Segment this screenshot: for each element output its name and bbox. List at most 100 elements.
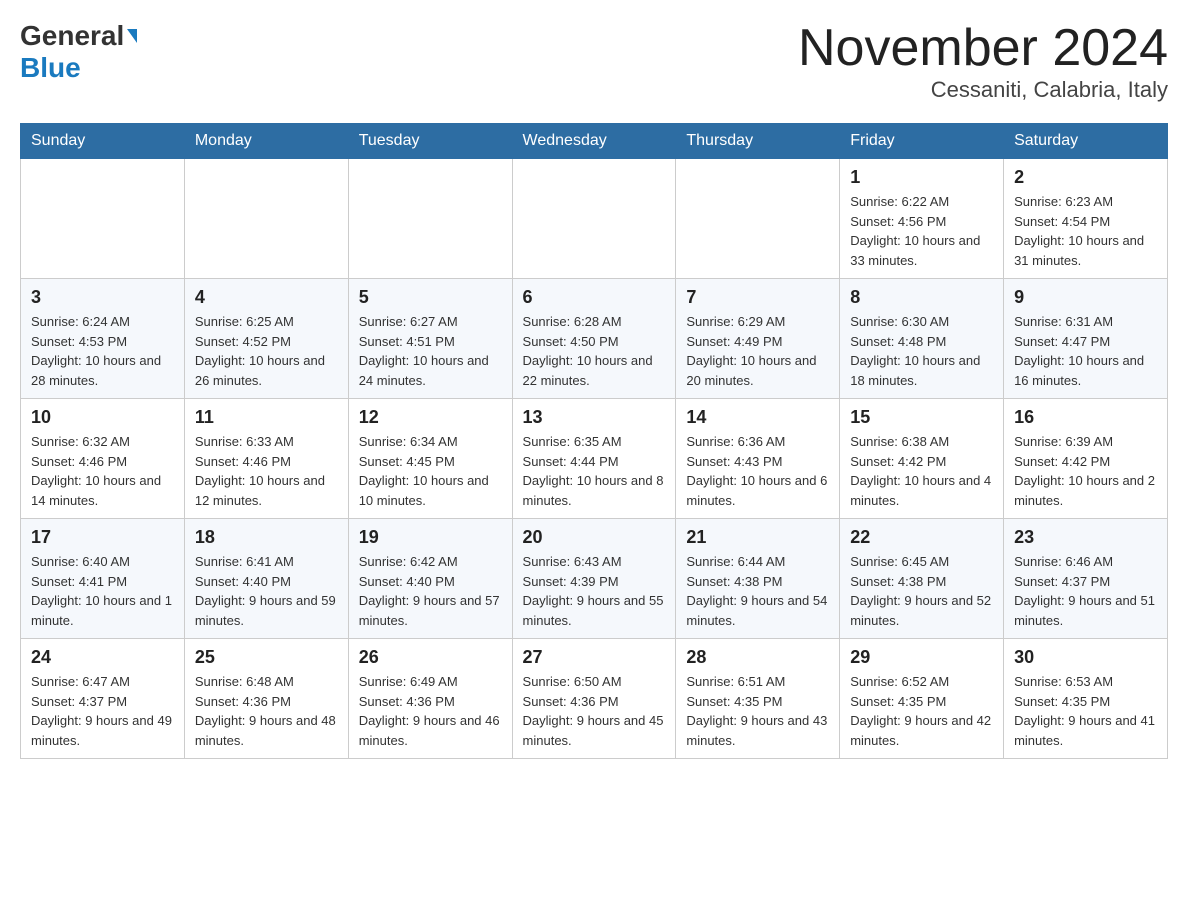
column-header-wednesday: Wednesday [512,124,676,159]
day-info: Sunrise: 6:43 AM Sunset: 4:39 PM Dayligh… [523,552,666,630]
day-info: Sunrise: 6:30 AM Sunset: 4:48 PM Dayligh… [850,312,993,390]
day-info: Sunrise: 6:44 AM Sunset: 4:38 PM Dayligh… [686,552,829,630]
day-info: Sunrise: 6:42 AM Sunset: 4:40 PM Dayligh… [359,552,502,630]
calendar-cell: 22 Sunrise: 6:45 AM Sunset: 4:38 PM Dayli… [840,519,1004,639]
day-number: 6 [523,287,666,308]
day-number: 24 [31,647,174,668]
calendar-cell: 4 Sunrise: 6:25 AM Sunset: 4:52 PM Daylig… [184,279,348,399]
day-number: 28 [686,647,829,668]
calendar-cell: 9 Sunrise: 6:31 AM Sunset: 4:47 PM Daylig… [1004,279,1168,399]
day-number: 30 [1014,647,1157,668]
calendar-cell [184,159,348,279]
day-info: Sunrise: 6:25 AM Sunset: 4:52 PM Dayligh… [195,312,338,390]
day-number: 4 [195,287,338,308]
calendar-cell: 1 Sunrise: 6:22 AM Sunset: 4:56 PM Daylig… [840,159,1004,279]
day-number: 21 [686,527,829,548]
day-number: 10 [31,407,174,428]
day-number: 13 [523,407,666,428]
day-info: Sunrise: 6:33 AM Sunset: 4:46 PM Dayligh… [195,432,338,510]
day-info: Sunrise: 6:22 AM Sunset: 4:56 PM Dayligh… [850,192,993,270]
calendar-cell: 17 Sunrise: 6:40 AM Sunset: 4:41 PM Dayli… [21,519,185,639]
day-number: 23 [1014,527,1157,548]
day-number: 22 [850,527,993,548]
day-info: Sunrise: 6:31 AM Sunset: 4:47 PM Dayligh… [1014,312,1157,390]
day-info: Sunrise: 6:38 AM Sunset: 4:42 PM Dayligh… [850,432,993,510]
calendar-cell: 12 Sunrise: 6:34 AM Sunset: 4:45 PM Dayli… [348,399,512,519]
calendar-cell [348,159,512,279]
calendar-cell [676,159,840,279]
day-info: Sunrise: 6:28 AM Sunset: 4:50 PM Dayligh… [523,312,666,390]
day-info: Sunrise: 6:45 AM Sunset: 4:38 PM Dayligh… [850,552,993,630]
calendar-cell: 14Sunrise: 6:36 AM Sunset: 4:43 PM Dayli… [676,399,840,519]
day-number: 3 [31,287,174,308]
calendar-cell: 15 Sunrise: 6:38 AM Sunset: 4:42 PM Dayli… [840,399,1004,519]
calendar-cell: 10 Sunrise: 6:32 AM Sunset: 4:46 PM Dayli… [21,399,185,519]
logo-arrow-icon [127,29,137,43]
day-info: Sunrise: 6:51 AM Sunset: 4:35 PM Dayligh… [686,672,829,750]
day-info: Sunrise: 6:41 AM Sunset: 4:40 PM Dayligh… [195,552,338,630]
day-number: 12 [359,407,502,428]
calendar-cell: 30Sunrise: 6:53 AM Sunset: 4:35 PM Dayli… [1004,639,1168,759]
calendar-cell: 13 Sunrise: 6:35 AM Sunset: 4:44 PM Dayli… [512,399,676,519]
day-number: 9 [1014,287,1157,308]
day-number: 17 [31,527,174,548]
calendar-cell: 3Sunrise: 6:24 AM Sunset: 4:53 PM Daylig… [21,279,185,399]
location-title: Cessaniti, Calabria, Italy [798,77,1168,103]
day-info: Sunrise: 6:46 AM Sunset: 4:37 PM Dayligh… [1014,552,1157,630]
day-number: 27 [523,647,666,668]
day-number: 20 [523,527,666,548]
calendar-week-row: 3Sunrise: 6:24 AM Sunset: 4:53 PM Daylig… [21,279,1168,399]
column-header-saturday: Saturday [1004,124,1168,159]
day-number: 14 [686,407,829,428]
calendar-cell: 8 Sunrise: 6:30 AM Sunset: 4:48 PM Daylig… [840,279,1004,399]
day-info: Sunrise: 6:48 AM Sunset: 4:36 PM Dayligh… [195,672,338,750]
day-number: 2 [1014,167,1157,188]
calendar-cell: 19Sunrise: 6:42 AM Sunset: 4:40 PM Dayli… [348,519,512,639]
logo-blue-text: Blue [20,52,81,83]
calendar-week-row: 1 Sunrise: 6:22 AM Sunset: 4:56 PM Daylig… [21,159,1168,279]
calendar-cell: 27Sunrise: 6:50 AM Sunset: 4:36 PM Dayli… [512,639,676,759]
calendar-header-row: SundayMondayTuesdayWednesdayThursdayFrid… [21,124,1168,159]
calendar-cell: 28 Sunrise: 6:51 AM Sunset: 4:35 PM Dayli… [676,639,840,759]
calendar-week-row: 10 Sunrise: 6:32 AM Sunset: 4:46 PM Dayli… [21,399,1168,519]
day-info: Sunrise: 6:49 AM Sunset: 4:36 PM Dayligh… [359,672,502,750]
day-number: 1 [850,167,993,188]
day-info: Sunrise: 6:52 AM Sunset: 4:35 PM Dayligh… [850,672,993,750]
day-number: 15 [850,407,993,428]
day-info: Sunrise: 6:23 AM Sunset: 4:54 PM Dayligh… [1014,192,1157,270]
day-info: Sunrise: 6:34 AM Sunset: 4:45 PM Dayligh… [359,432,502,510]
calendar-cell: 20 Sunrise: 6:43 AM Sunset: 4:39 PM Dayli… [512,519,676,639]
day-info: Sunrise: 6:40 AM Sunset: 4:41 PM Dayligh… [31,552,174,630]
column-header-sunday: Sunday [21,124,185,159]
calendar-cell: 23 Sunrise: 6:46 AM Sunset: 4:37 PM Dayli… [1004,519,1168,639]
day-info: Sunrise: 6:32 AM Sunset: 4:46 PM Dayligh… [31,432,174,510]
day-info: Sunrise: 6:47 AM Sunset: 4:37 PM Dayligh… [31,672,174,750]
calendar-cell: 25Sunrise: 6:48 AM Sunset: 4:36 PM Dayli… [184,639,348,759]
column-header-friday: Friday [840,124,1004,159]
calendar-cell: 21 Sunrise: 6:44 AM Sunset: 4:38 PM Dayli… [676,519,840,639]
calendar-cell: 26 Sunrise: 6:49 AM Sunset: 4:36 PM Dayli… [348,639,512,759]
calendar-cell: 18 Sunrise: 6:41 AM Sunset: 4:40 PM Dayli… [184,519,348,639]
month-title: November 2024 [798,20,1168,77]
calendar-table: SundayMondayTuesdayWednesdayThursdayFrid… [20,123,1168,759]
column-header-thursday: Thursday [676,124,840,159]
header-right: November 2024 Cessaniti, Calabria, Italy [798,20,1168,103]
day-info: Sunrise: 6:35 AM Sunset: 4:44 PM Dayligh… [523,432,666,510]
day-info: Sunrise: 6:29 AM Sunset: 4:49 PM Dayligh… [686,312,829,390]
logo: General Blue [20,20,137,84]
day-info: Sunrise: 6:27 AM Sunset: 4:51 PM Dayligh… [359,312,502,390]
calendar-cell: 11 Sunrise: 6:33 AM Sunset: 4:46 PM Dayli… [184,399,348,519]
day-number: 18 [195,527,338,548]
day-number: 26 [359,647,502,668]
calendar-cell [512,159,676,279]
day-number: 11 [195,407,338,428]
day-number: 16 [1014,407,1157,428]
page-header: General Blue November 2024 Cessaniti, Ca… [20,20,1168,103]
day-number: 8 [850,287,993,308]
column-header-tuesday: Tuesday [348,124,512,159]
calendar-cell: 6 Sunrise: 6:28 AM Sunset: 4:50 PM Daylig… [512,279,676,399]
day-number: 7 [686,287,829,308]
calendar-cell [21,159,185,279]
calendar-cell: 2 Sunrise: 6:23 AM Sunset: 4:54 PM Daylig… [1004,159,1168,279]
calendar-cell: 29Sunrise: 6:52 AM Sunset: 4:35 PM Dayli… [840,639,1004,759]
